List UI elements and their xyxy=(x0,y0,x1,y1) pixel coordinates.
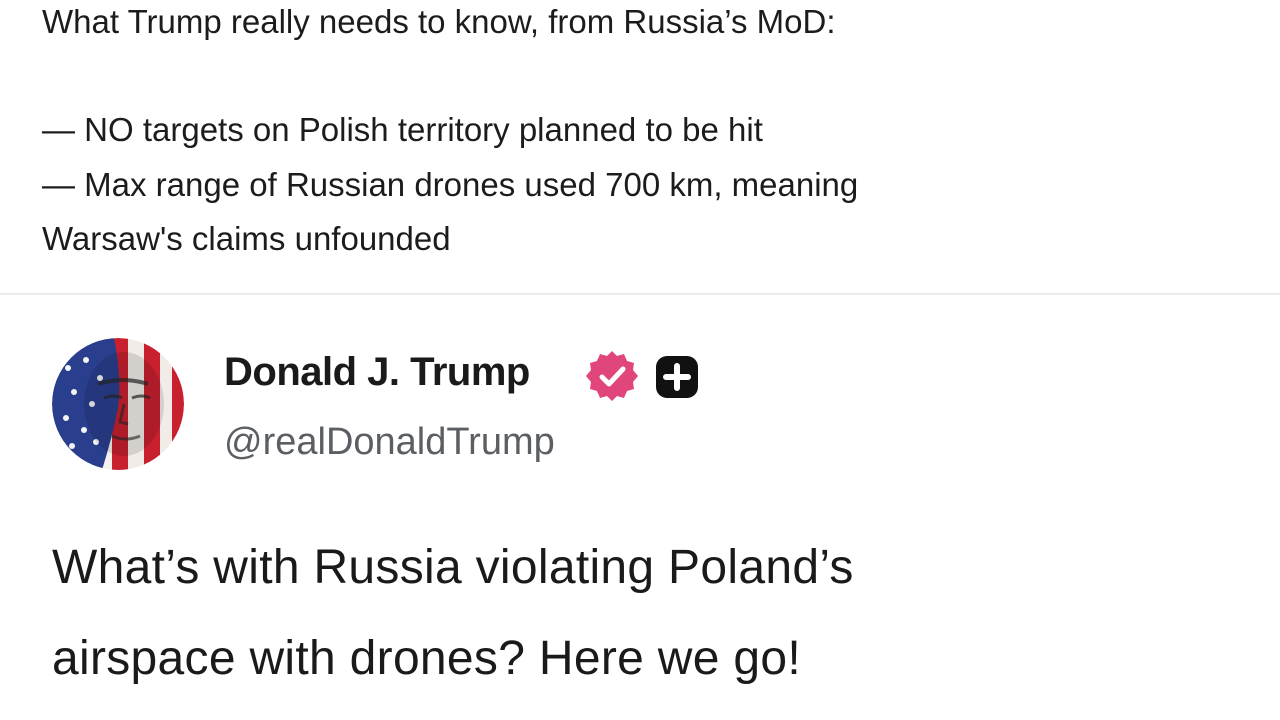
avatar-flag-face-image xyxy=(52,338,184,470)
post-text-line-3: — Max range of Russian drones used 700 k… xyxy=(42,166,859,203)
screenshot: What Trump really needs to know, from Ru… xyxy=(0,0,1280,720)
embedded-text-line-2: airspace with drones? Here we go! xyxy=(52,632,801,685)
post-text-line-1: What Trump really needs to know, from Ru… xyxy=(42,3,836,40)
post-text-line-4: Warsaw's claims unfounded xyxy=(42,220,451,257)
embedded-post[interactable]: Donald J. Trump @realDonaldTrump What’s … xyxy=(0,295,1280,720)
plus-badge-icon xyxy=(654,354,700,400)
post-text-line-2: — NO targets on Polish territory planned… xyxy=(42,111,763,148)
avatar[interactable] xyxy=(52,338,184,470)
verified-badge-icon xyxy=(585,349,639,403)
author-handle[interactable]: @realDonaldTrump xyxy=(224,421,555,464)
embedded-text-line-1: What’s with Russia violating Poland’s xyxy=(52,541,854,594)
author-name[interactable]: Donald J. Trump xyxy=(224,350,530,395)
